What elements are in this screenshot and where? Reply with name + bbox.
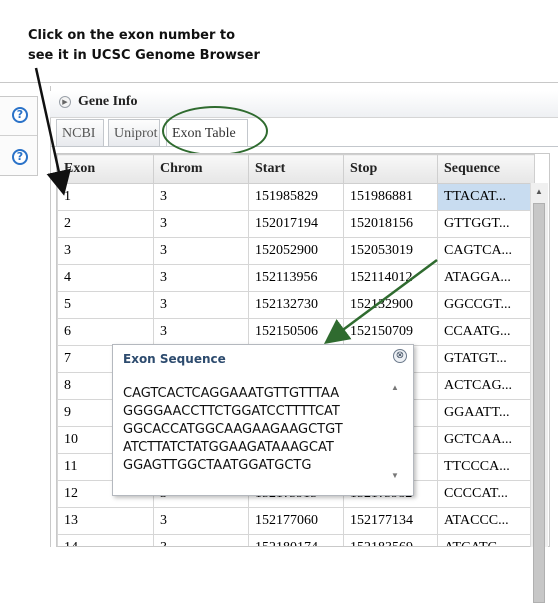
gene-info-header[interactable]: ▶ Gene Info bbox=[50, 91, 558, 118]
cell-exon[interactable]: 13 bbox=[57, 507, 154, 535]
sequence-line: GGGGAACCTTCTGGATCCTTTTCAT bbox=[123, 404, 340, 419]
column-header-chrom[interactable]: Chrom bbox=[153, 154, 249, 184]
cell-exon[interactable]: 3 bbox=[57, 237, 154, 265]
annotation-line-1: Click on the exon number to bbox=[28, 28, 236, 43]
table-row[interactable]: 6 3 152150506 152150709 CCAATG... bbox=[57, 318, 535, 346]
tab-baseline bbox=[50, 146, 558, 147]
sidebar-divider bbox=[0, 135, 37, 136]
cell-sequence: ATACCC... bbox=[437, 507, 535, 535]
tab-uniprot[interactable]: Uniprot bbox=[108, 119, 160, 146]
cell-sequence: TTCCCA... bbox=[437, 453, 535, 481]
cell-start: 152052900 bbox=[248, 237, 344, 265]
cell-start: 152017194 bbox=[248, 210, 344, 238]
cell-stop: 152018156 bbox=[343, 210, 438, 238]
table-row[interactable]: 4 3 152113956 152114012 ATAGGA... bbox=[57, 264, 535, 292]
cell-chrom: 3 bbox=[153, 183, 249, 211]
frame-divider bbox=[0, 82, 558, 83]
popup-scroll-down-icon[interactable]: ▼ bbox=[391, 471, 399, 480]
cell-start: 152180174 bbox=[248, 534, 344, 546]
sequence-line: CAGTCACTCAGGAAATGTTGTTTAA bbox=[123, 386, 340, 401]
table-row[interactable]: 1 3 151985829 151986881 TTACAT... bbox=[57, 183, 535, 211]
cell-chrom: 3 bbox=[153, 237, 249, 265]
help-icon[interactable]: ? bbox=[12, 107, 28, 123]
cell-chrom: 3 bbox=[153, 291, 249, 319]
table-row[interactable]: 3 3 152052900 152053019 CAGTCA... bbox=[57, 237, 535, 265]
cell-sequence: TTACAT... bbox=[437, 183, 535, 211]
table-header-row: Exon Chrom Start Stop Sequence bbox=[57, 154, 535, 184]
column-header-stop[interactable]: Stop bbox=[343, 154, 438, 184]
cell-start: 152132730 bbox=[248, 291, 344, 319]
popup-scroll-up-icon[interactable]: ▲ bbox=[391, 383, 399, 392]
exon-sequence-popup: Exon Sequence ⊗ CAGTCACTCAGGAAATGTTGTTTA… bbox=[112, 344, 414, 496]
cell-sequence: ATAGGA... bbox=[437, 264, 535, 292]
cell-stop: 152183569 bbox=[343, 534, 438, 546]
cell-start: 152113956 bbox=[248, 264, 344, 292]
close-icon[interactable]: ⊗ bbox=[393, 349, 407, 363]
cell-start: 152150506 bbox=[248, 318, 344, 346]
cell-stop: 152114012 bbox=[343, 264, 438, 292]
tab-ncbi[interactable]: NCBI bbox=[56, 119, 104, 146]
cell-exon[interactable]: 1 bbox=[57, 183, 154, 211]
cell-exon[interactable]: 6 bbox=[57, 318, 154, 346]
cell-exon[interactable]: 5 bbox=[57, 291, 154, 319]
sequence-line: GGCACCATGGCAAGAAGAAGCTGT bbox=[123, 422, 343, 437]
cell-stop: 152150709 bbox=[343, 318, 438, 346]
cell-sequence: GGCCGT... bbox=[437, 291, 535, 319]
cell-exon[interactable]: 2 bbox=[57, 210, 154, 238]
cell-start: 151985829 bbox=[248, 183, 344, 211]
cell-sequence: CAGTCA... bbox=[437, 237, 535, 265]
cell-sequence: CCCCAT... bbox=[437, 480, 535, 508]
cell-sequence: GCTCAA... bbox=[437, 426, 535, 454]
cell-sequence: GTATGT... bbox=[437, 345, 535, 373]
cell-chrom: 3 bbox=[153, 507, 249, 535]
annotation-text: Click on the exon number to see it in UC… bbox=[28, 26, 288, 66]
cell-start: 152177060 bbox=[248, 507, 344, 535]
annotation-line-2: see it in UCSC Genome Browser bbox=[28, 48, 260, 63]
cell-chrom: 3 bbox=[153, 534, 249, 546]
sequence-line: GGAGTTGGCTAATGGATGCTG bbox=[123, 458, 312, 473]
panel-title: Gene Info bbox=[78, 94, 138, 109]
collapse-toggle-icon[interactable]: ▶ bbox=[59, 96, 71, 108]
table-row[interactable]: 2 3 152017194 152018156 GTTGGT... bbox=[57, 210, 535, 238]
scroll-thumb[interactable] bbox=[533, 203, 545, 603]
cell-sequence: ATCATG... bbox=[437, 534, 535, 546]
left-sidebar: ? ? bbox=[0, 96, 38, 176]
column-header-start[interactable]: Start bbox=[248, 154, 344, 184]
cell-chrom: 3 bbox=[153, 210, 249, 238]
cell-sequence: CCAATG... bbox=[437, 318, 535, 346]
cell-chrom: 3 bbox=[153, 264, 249, 292]
table-scrollbar[interactable]: ▲ bbox=[530, 183, 548, 603]
cell-chrom: 3 bbox=[153, 318, 249, 346]
cell-exon[interactable]: 4 bbox=[57, 264, 154, 292]
column-header-sequence[interactable]: Sequence bbox=[437, 154, 535, 184]
cell-exon[interactable]: 14 bbox=[57, 534, 154, 546]
table-row[interactable]: 5 3 152132730 152132900 GGCCGT... bbox=[57, 291, 535, 319]
help-icon-2[interactable]: ? bbox=[12, 149, 28, 165]
cell-sequence: ACTCAG... bbox=[437, 372, 535, 400]
cell-sequence: GGAATT... bbox=[437, 399, 535, 427]
cell-stop: 152132900 bbox=[343, 291, 438, 319]
cell-stop: 152177134 bbox=[343, 507, 438, 535]
table-row[interactable]: 143152180174152183569ATCATG... bbox=[57, 534, 535, 546]
cell-stop: 151986881 bbox=[343, 183, 438, 211]
popup-scrollbar[interactable]: ▲ ▼ bbox=[389, 383, 403, 483]
popup-title: Exon Sequence bbox=[123, 352, 226, 366]
scroll-up-icon[interactable]: ▲ bbox=[535, 187, 543, 196]
cell-sequence: GTTGGT... bbox=[437, 210, 535, 238]
table-row[interactable]: 13 3 152177060 152177134 ATACCC... bbox=[57, 507, 535, 535]
sequence-line: ATCTTATCTATGGAAGATAAAGCAT bbox=[123, 440, 334, 455]
sequence-text: CAGTCACTCAGGAAATGTTGTTTAA GGGGAACCTTCTGGA… bbox=[123, 385, 385, 475]
column-header-exon[interactable]: Exon bbox=[57, 154, 154, 184]
cell-stop: 152053019 bbox=[343, 237, 438, 265]
highlight-oval bbox=[162, 106, 268, 156]
